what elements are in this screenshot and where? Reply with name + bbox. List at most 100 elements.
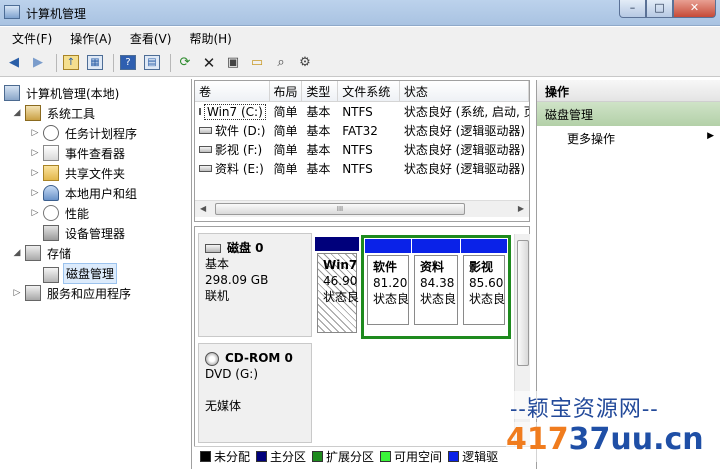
cd-rom-icon xyxy=(205,351,219,366)
table-row[interactable]: Win7 (C:) 简单 基本 NTFS 状态良好 (系统, 启动, 页 xyxy=(195,102,529,121)
volume-list: 卷 布局 类型 文件系统 状态 Win7 (C:) 简单 基本 NTFS 状态良… xyxy=(194,80,530,222)
tree-item-services[interactable]: ▷ 服务和应用程序 xyxy=(0,283,191,303)
tree-item-label: 存储 xyxy=(47,246,72,261)
table-row[interactable]: 软件 (D:) 简单 基本 FAT32 状态良好 (逻辑驱动器) xyxy=(195,121,529,140)
legend-label: 未分配 xyxy=(214,449,251,464)
volume-name: 影视 (F:) xyxy=(215,143,263,157)
expand-arrow-icon[interactable]: ▷ xyxy=(30,128,40,138)
refresh-icon[interactable]: ⟳ xyxy=(175,53,195,73)
legend-item: 扩展分区 xyxy=(312,448,374,465)
partition-size: 81.20 xyxy=(373,276,408,290)
column-header-layout[interactable]: 布局 xyxy=(270,81,303,101)
volume-icon xyxy=(199,108,201,115)
properties-sheet-icon[interactable]: ▣ xyxy=(223,53,243,73)
partition-software[interactable]: 软件 81.20 状态良 xyxy=(365,239,411,335)
tree-item-device-manager[interactable]: 设备管理器 xyxy=(0,223,191,243)
show-tree-icon[interactable]: ▦ xyxy=(85,53,105,73)
delete-icon[interactable]: ✕ xyxy=(199,53,219,73)
scroll-left-icon[interactable]: ◀ xyxy=(200,204,206,213)
legend: 未分配 主分区 扩展分区 可用空间 逻辑驱 xyxy=(194,446,530,465)
up-icon[interactable]: ↑ xyxy=(61,53,81,73)
partition-win7[interactable]: Win7 46.90 状态良 xyxy=(315,237,359,337)
actions-section-disk-management[interactable]: 磁盘管理 xyxy=(537,102,720,126)
legend-label: 主分区 xyxy=(270,449,307,464)
partition-name: 影视 xyxy=(469,260,494,274)
tree-root[interactable]: 计算机管理(本地) xyxy=(0,83,191,103)
tree-item-label: 磁盘管理 xyxy=(63,262,118,284)
open-folder-icon[interactable]: ▭ xyxy=(247,53,267,73)
tree-item-system-tools[interactable]: ◢ 系统工具 xyxy=(0,103,191,123)
tree-item-disk-management[interactable]: 磁盘管理 xyxy=(0,262,191,284)
scrollbar-thumb[interactable]: III xyxy=(215,203,465,215)
column-header-status[interactable]: 状态 xyxy=(400,81,529,101)
close-button[interactable]: ✕ xyxy=(673,0,716,18)
disk-0-info[interactable]: 磁盘 0 基本 298.09 GB 联机 xyxy=(198,233,312,337)
tree-item-shared-folders[interactable]: ▷ 共享文件夹 xyxy=(0,163,191,183)
collapse-arrow-icon[interactable]: ◢ xyxy=(12,248,22,258)
column-header-filesystem[interactable]: 文件系统 xyxy=(338,81,400,101)
legend-swatch xyxy=(200,450,211,462)
legend-swatch xyxy=(312,450,324,462)
partition-data[interactable]: 资料 84.38 状态良 xyxy=(412,239,460,335)
tree-item-event-viewer[interactable]: ▷ 事件查看器 xyxy=(0,143,191,163)
legend-item: 主分区 xyxy=(256,448,306,465)
properties-icon[interactable]: ▤ xyxy=(142,53,162,73)
table-row[interactable]: 资料 (E:) 简单 基本 NTFS 状态良好 (逻辑驱动器) xyxy=(195,159,529,178)
column-header-volume[interactable]: 卷 xyxy=(195,81,270,101)
clock-icon xyxy=(43,125,59,141)
forward-icon[interactable]: ▶ xyxy=(28,53,48,73)
menu-file[interactable]: 文件(F) xyxy=(6,28,58,49)
expand-arrow-icon[interactable]: ▷ xyxy=(30,188,40,198)
volume-name: 软件 (D:) xyxy=(215,124,266,138)
partition-video[interactable]: 影视 85.60 状态良 xyxy=(461,239,507,335)
minimize-button[interactable]: – xyxy=(619,0,646,18)
column-header-type[interactable]: 类型 xyxy=(302,81,339,101)
navigation-tree: 计算机管理(本地) ◢ 系统工具 ▷ 任务计划程序 ▷ 事件查看器 ▷ 共享文件… xyxy=(0,79,192,469)
cdrom-media: 无媒体 xyxy=(205,399,242,413)
cdrom-drive: DVD (G:) xyxy=(205,367,258,381)
tree-item-task-scheduler[interactable]: ▷ 任务计划程序 xyxy=(0,123,191,143)
tree-root-label: 计算机管理(本地) xyxy=(26,86,120,101)
computer-icon xyxy=(4,85,20,101)
maximize-button[interactable]: □ xyxy=(646,0,673,18)
volume-status: 状态良好 (逻辑驱动器) xyxy=(403,162,526,176)
volume-icon xyxy=(199,165,212,172)
back-icon[interactable]: ◀ xyxy=(4,53,24,73)
volume-layout: 简单 xyxy=(273,143,298,157)
table-row[interactable]: 影视 (F:) 简单 基本 NTFS 状态良好 (逻辑驱动器) xyxy=(195,140,529,159)
tree-item-local-users[interactable]: ▷ 本地用户和组 xyxy=(0,183,191,203)
tree-item-storage[interactable]: ◢ 存储 xyxy=(0,243,191,263)
settings-icon[interactable]: ⚙ xyxy=(295,53,315,73)
horizontal-scrollbar[interactable]: ◀ III ▶ xyxy=(195,200,529,217)
disk-type: 基本 xyxy=(205,257,230,271)
partition-bar xyxy=(461,239,507,253)
tools-icon xyxy=(25,105,41,121)
volume-list-header: 卷 布局 类型 文件系统 状态 xyxy=(195,81,529,102)
volume-layout: 简单 xyxy=(273,105,298,119)
expand-arrow-icon[interactable]: ▷ xyxy=(12,288,22,298)
toolbar-separator xyxy=(113,53,114,72)
menu-action[interactable]: 操作(A) xyxy=(64,28,118,49)
volume-type: 基本 xyxy=(306,105,331,119)
cdrom-0-info[interactable]: CD-ROM 0 DVD (G:) 无媒体 xyxy=(198,343,312,443)
partition-status: 状态良 xyxy=(323,290,359,304)
search-icon[interactable]: ⌕ xyxy=(271,53,291,73)
expand-arrow-icon[interactable]: ▷ xyxy=(30,148,40,158)
menu-view[interactable]: 查看(V) xyxy=(124,28,178,49)
scrollbar-thumb[interactable] xyxy=(517,240,529,366)
collapse-arrow-icon[interactable]: ◢ xyxy=(12,108,22,118)
watermark-logo: --颖宝资源网-- 41737uu.cn xyxy=(506,388,720,469)
window-controls: – □ ✕ xyxy=(619,0,716,20)
more-actions-item[interactable]: 更多操作 ▶ xyxy=(537,126,720,148)
submenu-arrow-icon: ▶ xyxy=(707,131,714,141)
scroll-right-icon[interactable]: ▶ xyxy=(518,204,524,213)
partition-size: 46.90 xyxy=(323,274,358,288)
partition-name: Win7 xyxy=(323,258,358,272)
disk-state: 联机 xyxy=(205,289,230,303)
tree-item-performance[interactable]: ▷ 性能 xyxy=(0,203,191,223)
watermark-domain: 37uu.cn xyxy=(568,422,704,457)
help-icon[interactable]: ? xyxy=(118,53,138,73)
menu-help[interactable]: 帮助(H) xyxy=(183,28,237,49)
expand-arrow-icon[interactable]: ▷ xyxy=(30,208,40,218)
expand-arrow-icon[interactable]: ▷ xyxy=(30,168,40,178)
